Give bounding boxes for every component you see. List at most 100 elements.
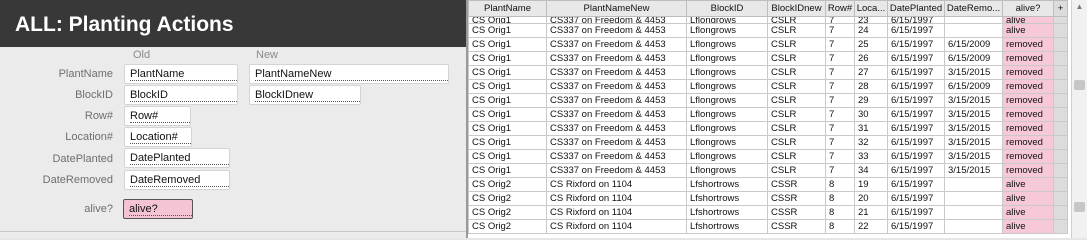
table-cell[interactable]: 7 bbox=[825, 93, 855, 108]
table-cell[interactable]: 6/15/2009 bbox=[944, 51, 1003, 66]
table-cell[interactable]: 6/15/1997 bbox=[887, 107, 945, 122]
table-cell[interactable]: CS Orig1 bbox=[468, 65, 547, 80]
table-cell[interactable]: 3/15/2015 bbox=[944, 93, 1003, 108]
table-cell[interactable]: 22 bbox=[854, 219, 888, 234]
table-cell[interactable]: 6/15/1997 bbox=[887, 16, 945, 24]
table-cell[interactable]: CSLR bbox=[767, 16, 826, 24]
table-cell[interactable]: alive bbox=[1002, 191, 1054, 206]
table-cell[interactable]: 3/15/2015 bbox=[944, 65, 1003, 80]
table-row[interactable]: CS Orig1 CS337 on Freedom & 4453 Lflongrow… bbox=[468, 65, 1068, 80]
table-row[interactable]: CS Orig2 CS Rixford on 1104 Lfshortrows CSS… bbox=[468, 191, 1068, 206]
table-cell[interactable]: 7 bbox=[825, 65, 855, 80]
table-cell[interactable]: CSLR bbox=[767, 79, 826, 94]
table-cell[interactable]: removed bbox=[1002, 135, 1054, 150]
table-cell[interactable]: 23 bbox=[854, 16, 888, 24]
table-cell[interactable]: Lflongrows bbox=[686, 65, 768, 80]
table-cell[interactable]: 32 bbox=[854, 135, 888, 150]
table-cell[interactable]: CSLR bbox=[767, 107, 826, 122]
table-cell[interactable]: Lfshortrows bbox=[686, 205, 768, 220]
table-cell[interactable]: 6/15/1997 bbox=[887, 23, 945, 38]
table-cell[interactable]: 8 bbox=[825, 205, 855, 220]
column-header-dateremoved[interactable]: DateRemo... bbox=[944, 0, 1003, 17]
table-cell[interactable]: CS Orig1 bbox=[468, 121, 547, 136]
table-cell[interactable]: 3/15/2015 bbox=[944, 163, 1003, 178]
chevron-up-icon[interactable]: ▲ bbox=[1074, 2, 1085, 13]
table-cell[interactable]: removed bbox=[1002, 51, 1054, 66]
table-cell[interactable]: CS337 on Freedom & 4453 bbox=[546, 16, 687, 24]
table-cell[interactable]: 7 bbox=[825, 37, 855, 52]
table-cell[interactable]: 26 bbox=[854, 51, 888, 66]
blockid-new-field[interactable]: BlockIDnew bbox=[249, 85, 361, 105]
table-cell[interactable]: removed bbox=[1002, 163, 1054, 178]
table-cell[interactable]: CS337 on Freedom & 4453 bbox=[546, 51, 687, 66]
table-cell[interactable]: 6/15/1997 bbox=[887, 65, 945, 80]
table-cell[interactable]: Lfshortrows bbox=[686, 219, 768, 234]
table-row[interactable]: CS Orig1 CS337 on Freedom & 4453 Lflongrow… bbox=[468, 163, 1068, 178]
table-cell[interactable]: Lflongrows bbox=[686, 121, 768, 136]
column-header-plantnamenew[interactable]: PlantNameNew bbox=[546, 0, 687, 17]
table-row[interactable]: CS Orig1 CS337 on Freedom & 4453 Lflongrow… bbox=[468, 16, 1068, 24]
table-cell[interactable]: CS Orig1 bbox=[468, 23, 547, 38]
table-cell[interactable]: 8 bbox=[825, 191, 855, 206]
table-cell[interactable]: CSLR bbox=[767, 37, 826, 52]
table-cell[interactable]: 7 bbox=[825, 149, 855, 164]
table-cell[interactable]: Lflongrows bbox=[686, 51, 768, 66]
row-number-field[interactable]: Row# bbox=[124, 106, 191, 126]
table-cell[interactable]: removed bbox=[1002, 93, 1054, 108]
table-cell[interactable]: 7 bbox=[825, 107, 855, 122]
table-cell[interactable]: 3/15/2015 bbox=[944, 121, 1003, 136]
table-cell[interactable]: Lflongrows bbox=[686, 16, 768, 24]
table-cell[interactable]: 33 bbox=[854, 149, 888, 164]
table-cell[interactable]: Lflongrows bbox=[686, 163, 768, 178]
table-cell[interactable]: removed bbox=[1002, 79, 1054, 94]
table-cell[interactable]: 21 bbox=[854, 205, 888, 220]
table-cell[interactable]: CSSR bbox=[767, 177, 826, 192]
column-header-row[interactable]: Row# bbox=[825, 0, 855, 17]
table-cell[interactable]: 24 bbox=[854, 23, 888, 38]
plantname-new-field[interactable]: PlantNameNew bbox=[249, 64, 449, 84]
table-cell[interactable]: 3/15/2015 bbox=[944, 149, 1003, 164]
table-cell[interactable]: CS Orig2 bbox=[468, 205, 547, 220]
table-cell[interactable]: 6/15/1997 bbox=[887, 51, 945, 66]
table-cell[interactable]: 7 bbox=[825, 135, 855, 150]
table-cell[interactable]: 6/15/1997 bbox=[887, 121, 945, 136]
table-cell[interactable]: 20 bbox=[854, 191, 888, 206]
table-row[interactable]: CS Orig2 CS Rixford on 1104 Lfshortrows CSS… bbox=[468, 219, 1068, 234]
table-cell[interactable]: 7 bbox=[825, 23, 855, 38]
table-cell[interactable] bbox=[944, 23, 1003, 38]
table-cell[interactable]: CS Orig2 bbox=[468, 177, 547, 192]
table-cell[interactable]: 30 bbox=[854, 107, 888, 122]
table-cell[interactable]: 34 bbox=[854, 163, 888, 178]
table-cell[interactable]: CSLR bbox=[767, 149, 826, 164]
table-cell[interactable]: Lflongrows bbox=[686, 149, 768, 164]
table-cell[interactable]: CS Orig1 bbox=[468, 135, 547, 150]
table-cell[interactable]: CSLR bbox=[767, 51, 826, 66]
table-cell[interactable]: CS337 on Freedom & 4453 bbox=[546, 149, 687, 164]
column-header-blockidnew[interactable]: BlockIDnew bbox=[767, 0, 826, 17]
add-column-button[interactable]: + bbox=[1053, 0, 1068, 17]
table-cell[interactable]: CSSR bbox=[767, 205, 826, 220]
table-cell[interactable]: CS Rixford on 1104 bbox=[546, 205, 687, 220]
column-header-blockid[interactable]: BlockID bbox=[686, 0, 768, 17]
scrollbar-thumb[interactable] bbox=[1074, 80, 1085, 90]
table-cell[interactable]: CS Orig1 bbox=[468, 16, 547, 24]
table-cell[interactable]: 27 bbox=[854, 65, 888, 80]
table-cell[interactable]: Lflongrows bbox=[686, 23, 768, 38]
table-cell[interactable]: 6/15/2009 bbox=[944, 79, 1003, 94]
table-cell[interactable]: CS Orig2 bbox=[468, 191, 547, 206]
table-row[interactable]: CS Orig1 CS337 on Freedom & 4453 Lflongrow… bbox=[468, 135, 1068, 150]
table-row[interactable]: CS Orig1 CS337 on Freedom & 4453 Lflongrow… bbox=[468, 79, 1068, 94]
table-cell[interactable]: CSLR bbox=[767, 93, 826, 108]
dateplanted-field[interactable]: DatePlanted bbox=[124, 148, 230, 168]
table-row[interactable]: CS Orig2 CS Rixford on 1104 Lfshortrows CSS… bbox=[468, 205, 1068, 220]
table-cell[interactable] bbox=[944, 177, 1003, 192]
table-cell[interactable]: CS Orig1 bbox=[468, 93, 547, 108]
table-cell[interactable]: 6/15/1997 bbox=[887, 205, 945, 220]
column-header-alive[interactable]: alive? bbox=[1002, 0, 1054, 17]
table-cell[interactable]: alive bbox=[1002, 219, 1054, 234]
table-cell[interactable] bbox=[944, 219, 1003, 234]
vertical-scrollbar[interactable]: ▲ bbox=[1071, 0, 1087, 238]
table-row[interactable]: CS Orig1 CS337 on Freedom & 4453 Lflongrow… bbox=[468, 93, 1068, 108]
table-cell[interactable]: removed bbox=[1002, 121, 1054, 136]
table-cell[interactable]: CS Orig1 bbox=[468, 51, 547, 66]
